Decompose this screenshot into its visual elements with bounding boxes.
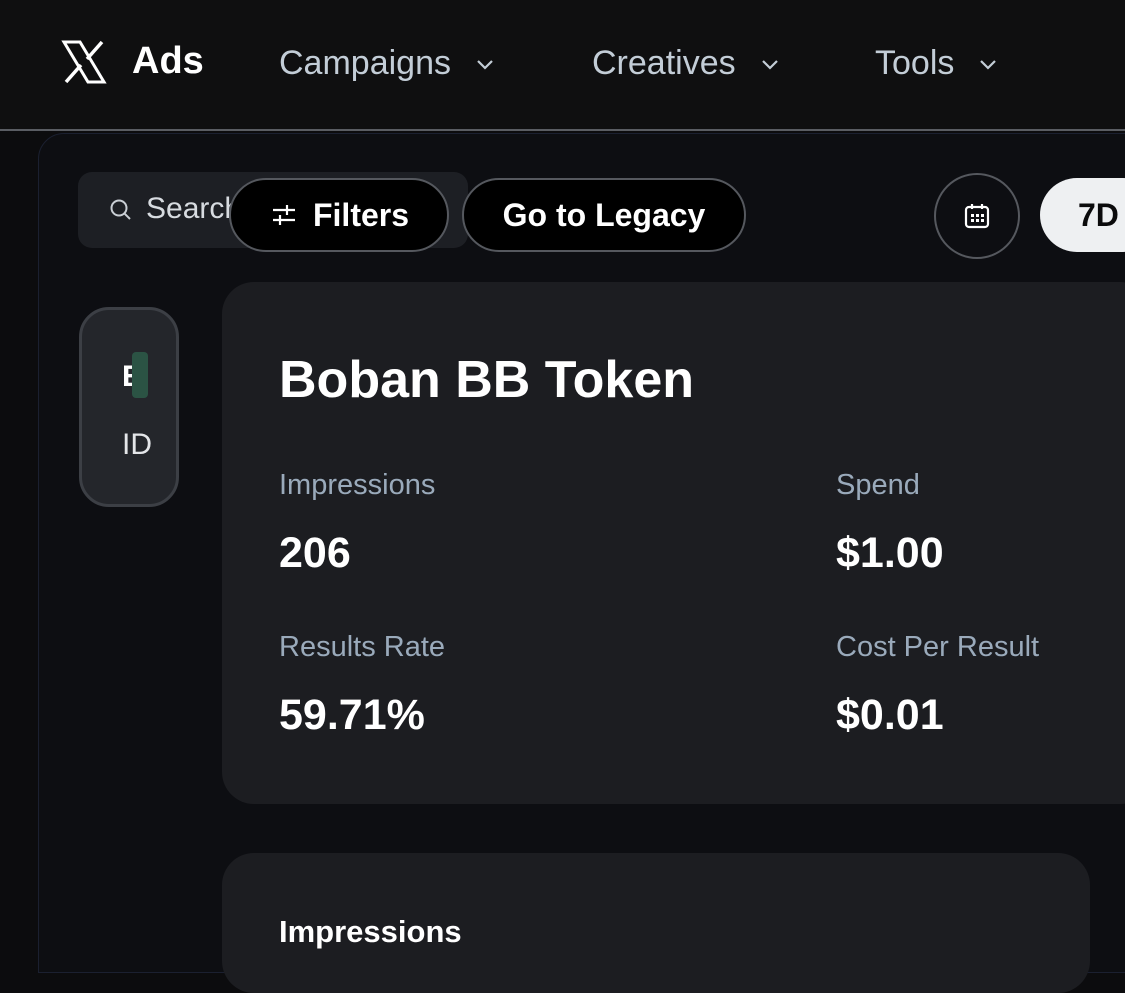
filters-label: Filters: [312, 196, 410, 233]
campaign-list-item[interactable]: E ID: [79, 307, 179, 507]
nav-campaigns-label: Campaigns: [279, 44, 451, 82]
nav-creatives-label: Creatives: [592, 44, 736, 82]
results-rate-value: 59.71%: [279, 691, 425, 739]
sliders-icon: [272, 205, 295, 225]
cost-per-result-label: Cost Per Result: [836, 631, 1040, 663]
x-logo-icon[interactable]: [60, 38, 108, 86]
go-to-legacy-label: Go to Legacy: [502, 196, 706, 233]
filters-button[interactable]: Filters: [229, 178, 449, 252]
search-placeholder: Search: [146, 192, 236, 225]
nav-creatives[interactable]: Creatives: [592, 44, 782, 83]
campaign-title: Boban BB Token: [279, 351, 695, 409]
nav-tools-label: Tools: [875, 44, 955, 82]
status-indicator: [132, 352, 148, 398]
chevron-down-icon: [761, 59, 778, 70]
date-range-7d-button[interactable]: 7D: [1040, 178, 1125, 252]
campaign-id-label: ID: [122, 428, 152, 461]
brand-label: Ads: [132, 40, 204, 82]
chevron-down-icon: [477, 59, 493, 70]
spend-value: $1.00: [836, 529, 944, 577]
calendar-icon: [964, 204, 990, 229]
top-bar: Ads Campaigns Creatives Tools: [0, 0, 1125, 131]
calendar-button[interactable]: [934, 173, 1020, 259]
nav-tools[interactable]: Tools: [875, 44, 1000, 83]
impressions-label: Impressions: [279, 469, 436, 501]
go-to-legacy-button[interactable]: Go to Legacy: [462, 178, 746, 252]
impressions-chart-title: Impressions: [279, 914, 462, 949]
spend-label: Spend: [836, 469, 920, 501]
results-rate-label: Results Rate: [279, 631, 446, 663]
impressions-value: 206: [279, 529, 351, 577]
nav-campaigns[interactable]: Campaigns: [279, 44, 497, 83]
chevron-down-icon: [980, 59, 997, 70]
search-icon: [110, 199, 131, 220]
cost-per-result-value: $0.01: [836, 691, 944, 739]
